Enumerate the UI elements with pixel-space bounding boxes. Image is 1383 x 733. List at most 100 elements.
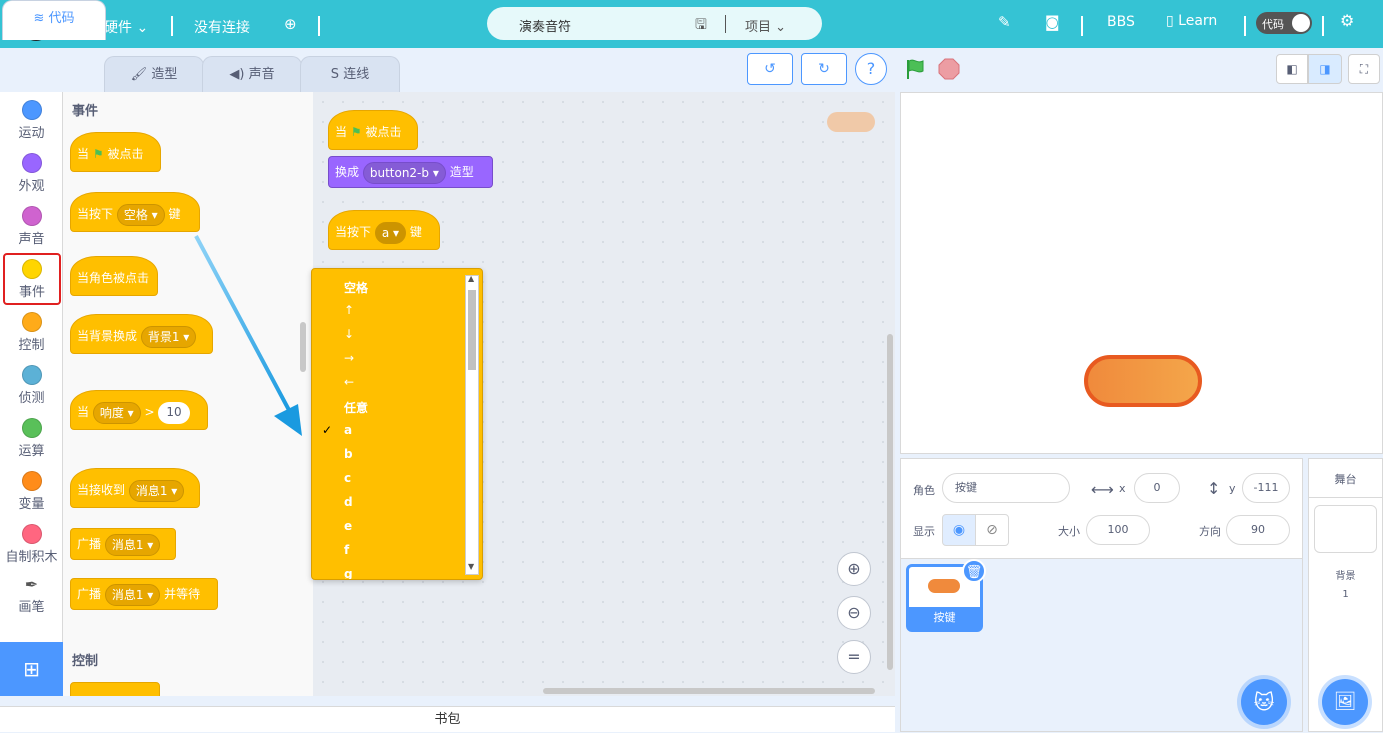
tab-costumes[interactable]: 🖌 造型 <box>104 56 204 94</box>
project-name-input[interactable]: 演奏音符 <box>519 16 571 35</box>
project-menu[interactable]: 项目 ⌄ <box>745 16 786 35</box>
dropdown-value: button2-b <box>369 165 430 180</box>
key-dropdown[interactable]: 空格 ▾ <box>116 203 165 226</box>
direction-input[interactable]: 90 <box>1226 515 1290 545</box>
bbs-link[interactable]: BBS <box>1107 14 1135 30</box>
zoom-in-button[interactable]: ⊕ <box>837 552 871 586</box>
stop-icon[interactable] <box>938 58 960 83</box>
block-text: > <box>144 405 155 419</box>
backdrop-dropdown[interactable]: 背景1 ▾ <box>140 325 197 348</box>
dropdown-option[interactable]: b <box>344 447 353 461</box>
category-dot <box>21 100 42 120</box>
y-input[interactable]: -111 <box>1242 473 1290 503</box>
block-when-receive[interactable]: 当接收到 消息1 ▾ <box>70 468 200 508</box>
connection-menu[interactable]: 没有连接 <box>194 17 250 37</box>
add-sprite-button[interactable]: 🐱 <box>1241 679 1287 725</box>
workspace-h-scrollbar[interactable] <box>543 688 875 694</box>
dropdown-option[interactable]: e <box>344 519 352 533</box>
sprite-name-input[interactable]: 按键 <box>942 473 1070 503</box>
category-my-blocks[interactable]: 自制积木 <box>0 518 63 570</box>
category-operators[interactable]: 运算 <box>0 412 63 464</box>
key-dropdown[interactable]: a ▾ <box>374 221 407 244</box>
script-when-key-pressed[interactable]: 当按下 a ▾ 键 <box>328 210 440 250</box>
dropdown-option[interactable]: c <box>344 471 351 485</box>
script-when-flag-clicked[interactable]: 当 ⚑ 被点击 <box>328 110 418 150</box>
tab-code[interactable]: ≋ 代码 <box>2 0 106 40</box>
sensor-dropdown[interactable]: 响度 ▾ <box>92 401 141 424</box>
block-when-loudness[interactable]: 当 响度 ▾ > 10 <box>70 390 208 430</box>
message-dropdown[interactable]: 消息1 ▾ <box>128 479 185 502</box>
size-input[interactable]: 100 <box>1086 515 1150 545</box>
dropdown-option[interactable]: g <box>344 567 353 579</box>
hide-button[interactable]: ⊘ <box>975 514 1009 546</box>
message-dropdown[interactable]: 消息1 ▾ <box>104 533 161 556</box>
category-dot <box>21 471 42 491</box>
tab-wiring[interactable]: S 连线 <box>300 56 400 94</box>
stage-canvas[interactable] <box>900 92 1383 454</box>
dropdown-option[interactable]: ↓ <box>344 327 354 341</box>
block-broadcast[interactable]: 广播 消息1 ▾ <box>70 528 176 560</box>
fullscreen-button[interactable]: ⛶ <box>1348 54 1380 84</box>
normal-stage-button[interactable]: ◨ <box>1308 54 1342 84</box>
book-icon: ▯ <box>1166 13 1174 29</box>
script-switch-costume[interactable]: 换成 button2-b ▾ 造型 <box>328 156 493 188</box>
pencil-icon[interactable]: ✎ <box>998 13 1011 31</box>
workspace-v-scrollbar[interactable] <box>887 334 893 670</box>
small-stage-button[interactable]: ◧ <box>1276 54 1308 84</box>
extension-button[interactable]: ⊞ <box>0 642 63 696</box>
help-button[interactable]: ? <box>855 53 887 85</box>
bookbag-bar[interactable]: 书包 <box>0 706 895 732</box>
scrollbar-thumb[interactable] <box>468 290 476 370</box>
undo-button[interactable]: ↺ <box>747 53 793 85</box>
dropdown-option[interactable]: d <box>344 495 353 509</box>
category-pen[interactable]: ✒ 画笔 <box>0 571 63 623</box>
zoom-out-button[interactable]: ⊖ <box>837 596 871 630</box>
dropdown-option[interactable]: ← <box>344 375 354 389</box>
redo-button[interactable]: ↻ <box>801 53 847 85</box>
learn-link[interactable]: ▯ Learn <box>1166 13 1217 29</box>
category-events[interactable]: 事件 <box>3 253 61 305</box>
zoom-reset-button[interactable]: = <box>837 640 871 674</box>
show-button[interactable]: ◉ <box>942 514 976 546</box>
code-toggle[interactable]: 代码 <box>1256 12 1312 34</box>
delete-sprite-button[interactable]: 🗑 <box>962 559 986 583</box>
costume-dropdown[interactable]: button2-b ▾ <box>362 161 446 184</box>
green-flag-icon[interactable] <box>904 57 928 84</box>
block-when-key-pressed[interactable]: 当按下 空格 ▾ 键 <box>70 192 200 232</box>
block-control-partial[interactable] <box>70 682 160 696</box>
category-variables[interactable]: 变量 <box>0 465 63 517</box>
save-icon[interactable]: 🖫 <box>695 14 707 38</box>
camera-icon[interactable]: ◙ <box>1045 13 1060 31</box>
globe-icon[interactable]: ⊕ <box>284 15 297 33</box>
gear-icon[interactable]: ⚙ <box>1340 11 1354 30</box>
brush-icon: 🖌 <box>130 67 148 82</box>
dropdown-option[interactable]: 任意 <box>344 399 368 416</box>
category-looks[interactable]: 外观 <box>0 147 63 199</box>
dropdown-option-selected[interactable]: a <box>344 423 352 437</box>
scroll-up-icon[interactable]: ▲ <box>468 274 474 283</box>
dropdown-option[interactable]: 空格 <box>344 279 368 296</box>
dropdown-scrollbar[interactable]: ▲ ▼ <box>465 274 479 575</box>
sprite-button-graphic[interactable] <box>1084 355 1202 407</box>
dropdown-option[interactable]: f <box>344 543 349 557</box>
dropdown-option[interactable]: ↑ <box>344 303 354 317</box>
dropdown-value: 消息1 <box>135 483 168 498</box>
block-text: 广播 <box>77 587 102 601</box>
scroll-down-icon[interactable]: ▼ <box>468 562 474 571</box>
dropdown-option[interactable]: → <box>344 351 354 365</box>
tab-sounds-label: 声音 <box>248 67 275 82</box>
block-when-flag-clicked[interactable]: 当 ⚑ 被点击 <box>70 132 161 172</box>
add-backdrop-button[interactable]: 🖼 <box>1322 679 1368 725</box>
category-control[interactable]: 控制 <box>0 306 63 358</box>
category-motion[interactable]: 运动 <box>0 94 63 146</box>
message-dropdown[interactable]: 消息1 ▾ <box>104 583 161 606</box>
block-when-sprite-clicked[interactable]: 当角色被点击 <box>70 256 158 296</box>
x-input[interactable]: 0 <box>1134 473 1180 503</box>
category-sound[interactable]: 声音 <box>0 200 63 252</box>
category-sensing[interactable]: 侦测 <box>0 359 63 411</box>
category-label: 运动 <box>18 126 45 141</box>
threshold-input[interactable]: 10 <box>158 401 190 424</box>
tab-sounds[interactable]: ◀) 声音 <box>202 56 302 94</box>
backdrop-thumbnail[interactable] <box>1314 505 1377 553</box>
block-broadcast-and-wait[interactable]: 广播 消息1 ▾ 并等待 <box>70 578 218 610</box>
